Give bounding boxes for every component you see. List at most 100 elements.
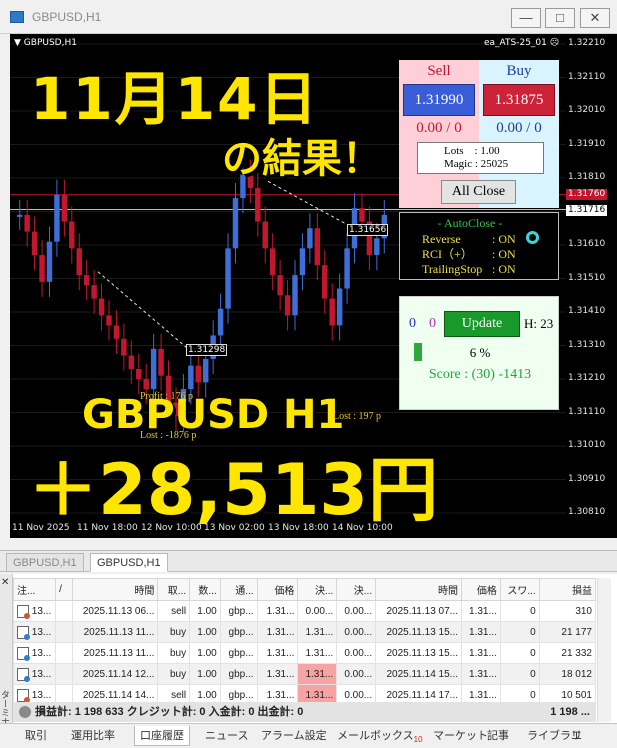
terminal-tab[interactable]: メールボックス10 [332, 726, 428, 746]
terminal-tab[interactable]: アラーム設定 [256, 726, 332, 746]
table-row[interactable]: 13... 2025.11.13 11... buy 1.00 gbp... 1.31..… [12, 621, 597, 643]
terminal-tab[interactable]: ニュース [200, 726, 253, 746]
table-row[interactable]: 13... 2025.11.13 06... sell 1.00 gbp... 1.31.… [12, 600, 597, 622]
terminal-sidebar: ✕ ターミナル [0, 574, 13, 726]
dropdown-arrow-icon: ▼ [14, 38, 21, 48]
price-level-label: 1.31010 [568, 440, 606, 450]
terminal-tab-label: 運用比率 [71, 730, 115, 742]
table-cell: 0.00... [336, 663, 377, 685]
tab-chart-1[interactable]: GBPUSD,H1 [6, 553, 84, 572]
autoclose-title: - AutoClose - [437, 216, 503, 230]
candle-body [76, 248, 82, 276]
candle-body [158, 348, 164, 376]
percent-text: 6 % [469, 345, 491, 360]
table-cell [55, 663, 73, 685]
price-level-label: 1.31110 [568, 406, 606, 417]
table-row[interactable]: 13... 2025.11.14 12... buy 1.00 gbp... 1.31..… [12, 663, 597, 685]
table-cell: gbp... [219, 663, 258, 685]
table-cell: 1.31... [297, 663, 338, 685]
price-level-label: 1.32110 [568, 71, 606, 82]
candle-body [195, 365, 201, 383]
window-title: GBPUSD,H1 [32, 10, 102, 24]
lots-text: Lots : 1.00 [444, 145, 500, 157]
candle-body [69, 221, 75, 249]
candle-body [262, 221, 268, 249]
column-header[interactable]: 注... [12, 578, 57, 601]
minimize-button[interactable]: — [511, 8, 541, 28]
update-button[interactable]: Update [444, 311, 520, 337]
terminal-tab[interactable]: 記事 [482, 726, 514, 746]
vertical-scrollbar[interactable] [597, 578, 611, 722]
close-terminal-icon[interactable]: ✕ [1, 577, 9, 588]
autoclose-name: TrailingStop [422, 262, 483, 276]
column-header[interactable]: 取... [157, 578, 191, 601]
column-header[interactable]: 損益 [538, 578, 597, 601]
order-id: 13... [31, 626, 52, 638]
table-cell: 2025.11.13 06... [71, 600, 159, 622]
price-level-label: 1.31610 [568, 239, 606, 249]
column-header[interactable]: 決... [336, 578, 377, 601]
column-header[interactable]: 価格 [256, 578, 299, 601]
buy-price-button[interactable]: 1.31875 [483, 84, 555, 116]
table-cell: 2025.11.13 15... [375, 621, 462, 643]
column-header[interactable]: スワ... [499, 578, 540, 601]
table-row[interactable]: 13... 2025.11.13 11... buy 1.00 gbp... 1.31..… [12, 642, 597, 664]
terminal-tab-label: メールボックス [337, 730, 414, 742]
ea-label-text: ea_ATS-25_01 [484, 38, 547, 48]
column-header[interactable]: 価格 [461, 578, 501, 601]
close-button[interactable]: ✕ [580, 8, 610, 28]
column-header[interactable]: 決... [297, 578, 338, 601]
lots-magic-box: Lots : 1.00 Magic : 25025 [417, 142, 544, 174]
column-header[interactable]: / [55, 578, 73, 601]
terminal-tab[interactable]: 取引 [20, 726, 52, 746]
price-chart[interactable]: ▼ GBPUSD,H1 ea_ATS-25_01 ☹ 11月14日 の結果！ G… [10, 34, 566, 538]
autoclose-panel: - AutoClose - Reverse: ON RCI（+）: ON Trail… [399, 212, 559, 280]
candle-body [98, 298, 105, 316]
history-table: 注... / 時間 取... 数... 通... 価格 決... 決... 時間 価格 スワ... 損益… [12, 578, 597, 706]
all-close-button[interactable]: All Close [441, 180, 516, 204]
table-cell: 2025.11.13 11... [71, 621, 159, 643]
candle-body [322, 265, 328, 299]
price-level-label: 1.32010 [568, 105, 606, 115]
tab-chart-2[interactable]: GBPUSD,H1 [90, 553, 168, 572]
candle-body [61, 194, 68, 222]
candle-body [232, 198, 239, 249]
table-cell: 0 [499, 663, 540, 685]
candle-body [106, 315, 112, 326]
table-cell: gbp... [219, 621, 258, 643]
terminal-tab-label: 取引 [25, 730, 47, 742]
table-cell: 1.31... [461, 600, 501, 622]
order-icon [17, 646, 30, 661]
column-header[interactable]: 数... [189, 578, 221, 601]
column-header[interactable]: 通... [219, 578, 258, 601]
candle-body [225, 248, 231, 309]
terminal-tab[interactable]: エ [566, 726, 587, 746]
overlay-date: 11月14日 [30, 65, 320, 133]
sell-price-button[interactable]: 1.31990 [403, 84, 475, 116]
candle-body [188, 365, 194, 390]
price-level-label: 1.31210 [568, 373, 606, 383]
table-cell: gbp... [219, 600, 258, 622]
sell-label: Sell [427, 63, 451, 79]
table-cell: 0.00... [336, 621, 377, 643]
table-cell: 1.31... [256, 642, 299, 664]
column-header[interactable]: 時間 [71, 578, 159, 601]
table-cell: 0 [499, 621, 540, 643]
column-header[interactable]: 時間 [375, 578, 462, 601]
time-axis-label: 11 Nov 18:00 [77, 523, 138, 533]
candle-body [217, 308, 224, 336]
terminal-tab[interactable]: 運用比率 [66, 726, 120, 746]
table-cell [55, 600, 73, 622]
candle-body [31, 231, 38, 256]
table-cell: 1.31... [461, 642, 501, 664]
table-cell: 0 [499, 642, 540, 664]
candle-body [292, 275, 298, 316]
table-cell: 1.00 [189, 642, 221, 664]
terminal-tab[interactable]: 口座履歴 [134, 726, 190, 746]
candle-body [299, 248, 306, 276]
restore-button[interactable]: □ [545, 8, 575, 28]
order-cell: 13... [12, 642, 57, 664]
chart-window-icon [10, 11, 24, 23]
price-level-label: 1.31910 [568, 138, 606, 149]
table-cell: 21 177 [538, 621, 597, 643]
